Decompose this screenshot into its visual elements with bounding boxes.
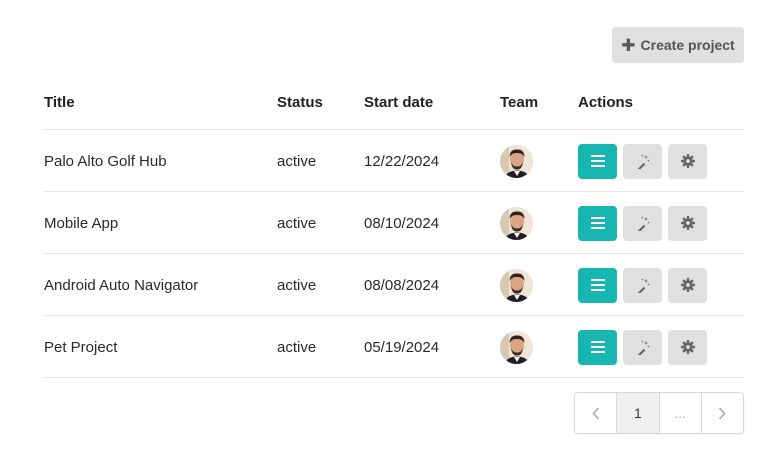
create-project-label: Create project — [640, 37, 735, 53]
avatar[interactable] — [500, 330, 533, 364]
magic-wand-icon — [636, 340, 650, 355]
page-1-button[interactable]: 1 — [617, 393, 660, 433]
chevron-left-icon — [592, 406, 599, 420]
edit-button[interactable] — [623, 143, 662, 179]
list-icon — [590, 279, 605, 291]
avatar[interactable] — [500, 268, 533, 302]
details-button[interactable] — [578, 143, 617, 179]
project-start-date: 08/08/2024 — [364, 276, 440, 294]
team-cell — [500, 130, 533, 192]
details-button[interactable] — [578, 205, 617, 241]
create-project-button[interactable]: ✚ Create project — [612, 27, 744, 63]
project-status: active — [277, 152, 317, 170]
table-header: Title Status Start date Team Actions — [44, 84, 744, 130]
table-row: Palo Alto Golf Hub active 12/22/2024 — [44, 130, 744, 192]
projects-table: Title Status Start date Team Actions Pal… — [44, 84, 744, 378]
project-title: Palo Alto Golf Hub — [44, 152, 167, 170]
project-title: Pet Project — [44, 338, 118, 356]
edit-button[interactable] — [623, 329, 662, 365]
header-start-date: Start date — [364, 94, 434, 111]
magic-wand-icon — [636, 154, 650, 169]
edit-button[interactable] — [623, 205, 662, 241]
pagination: 1 ... — [574, 392, 744, 434]
pagination-ellipsis: ... — [660, 393, 702, 433]
chevron-right-icon — [719, 406, 726, 420]
project-start-date: 12/22/2024 — [364, 152, 440, 170]
gear-icon — [680, 340, 695, 354]
settings-button[interactable] — [668, 205, 707, 241]
project-title: Mobile App — [44, 214, 119, 232]
project-status: active — [277, 214, 317, 232]
project-start-date: 08/10/2024 — [364, 214, 440, 232]
magic-wand-icon — [636, 216, 650, 231]
gear-icon — [680, 216, 695, 230]
team-cell — [500, 192, 533, 254]
team-cell — [500, 316, 533, 378]
actions-cell — [578, 130, 713, 192]
header-actions: Actions — [578, 94, 634, 111]
header-status: Status — [277, 94, 323, 111]
project-status: active — [277, 276, 317, 294]
gear-icon — [680, 154, 695, 168]
avatar[interactable] — [500, 206, 533, 240]
team-cell — [500, 254, 533, 316]
table-row: Pet Project active 05/19/2024 — [44, 316, 744, 378]
table-row: Mobile App active 08/10/2024 — [44, 192, 744, 254]
gear-icon — [680, 278, 695, 292]
header-title: Title — [44, 94, 75, 111]
actions-cell — [578, 316, 713, 378]
details-button[interactable] — [578, 329, 617, 365]
details-button[interactable] — [578, 267, 617, 303]
previous-page-button[interactable] — [575, 393, 618, 433]
edit-button[interactable] — [623, 267, 662, 303]
actions-cell — [578, 192, 713, 254]
header-team: Team — [500, 94, 539, 111]
actions-cell — [578, 254, 713, 316]
list-icon — [590, 217, 605, 229]
plus-icon: ✚ — [621, 35, 636, 55]
list-icon — [590, 341, 605, 353]
settings-button[interactable] — [668, 267, 707, 303]
project-title: Android Auto Navigator — [44, 276, 199, 294]
project-start-date: 05/19/2024 — [364, 338, 440, 356]
settings-button[interactable] — [668, 143, 707, 179]
avatar[interactable] — [500, 144, 533, 178]
settings-button[interactable] — [668, 329, 707, 365]
next-page-button[interactable] — [702, 393, 743, 433]
magic-wand-icon — [636, 278, 650, 293]
table-row: Android Auto Navigator active 08/08/2024 — [44, 254, 744, 316]
list-icon — [590, 155, 605, 167]
project-status: active — [277, 338, 317, 356]
